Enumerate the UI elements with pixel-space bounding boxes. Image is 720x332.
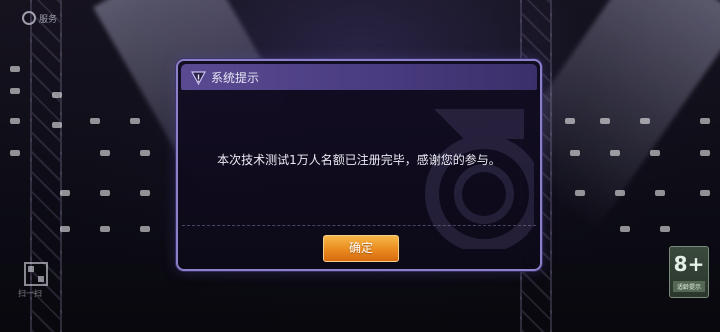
stage-light-dot	[60, 190, 70, 196]
stage-light-dot	[620, 226, 630, 232]
stage-light-dot	[140, 226, 150, 232]
warning-icon	[191, 70, 206, 85]
stage-light-dot	[140, 190, 150, 196]
stage-light-dot	[60, 226, 70, 232]
age-rating-badge[interactable]: 8+ 适龄提示	[669, 246, 709, 298]
stage-light-dot	[140, 150, 150, 156]
stage-light-dot	[575, 190, 585, 196]
confirm-button[interactable]: 确定	[323, 235, 399, 262]
age-rating-number: 8+	[673, 252, 705, 276]
dialog-title: 系统提示	[211, 70, 260, 85]
stage-light-dot	[640, 118, 650, 124]
stage-light-dot	[565, 118, 575, 124]
stage-light-dot	[100, 190, 110, 196]
dialog-titlebar: 系统提示	[181, 64, 537, 90]
stage-light-dot	[700, 118, 710, 124]
service-button[interactable]: 服务	[22, 11, 57, 25]
stage-light-dot	[655, 190, 665, 196]
qr-code-label: 扫一扫	[18, 289, 42, 298]
dialog-decoration-emblem	[425, 109, 534, 249]
stage-light-dot	[570, 150, 580, 156]
stage-light-dot	[10, 118, 20, 124]
dialog-divider	[182, 225, 536, 226]
stage-light-dot	[700, 150, 710, 156]
dialog-message: 本次技术测试1万人名额已注册完毕，感谢您的参与。	[217, 153, 501, 167]
stage-light-dot	[660, 226, 670, 232]
stage-light-dot	[10, 66, 20, 72]
stage-light-dot	[100, 150, 110, 156]
service-icon	[22, 11, 36, 25]
stage-light-dot	[10, 150, 20, 156]
age-rating-label: 适龄提示	[673, 281, 705, 292]
stage-light-dot	[130, 118, 140, 124]
stage-light-dot	[100, 226, 110, 232]
stage-light-dot	[52, 122, 62, 128]
system-prompt-dialog: 系统提示 本次技术测试1万人名额已注册完毕，感谢您的参与。 确定	[176, 59, 542, 271]
qr-code-icon[interactable]	[24, 262, 48, 286]
stage-light-dot	[52, 92, 62, 98]
stage-light-dot	[90, 118, 100, 124]
stage-light-dot	[610, 150, 620, 156]
stage-light-dot	[600, 118, 610, 124]
service-label: 服务	[39, 14, 58, 25]
stage-light-dot	[615, 190, 625, 196]
stage-light-dot	[10, 88, 20, 94]
stage-light-dot	[700, 190, 710, 196]
stage-light-dot	[650, 150, 660, 156]
